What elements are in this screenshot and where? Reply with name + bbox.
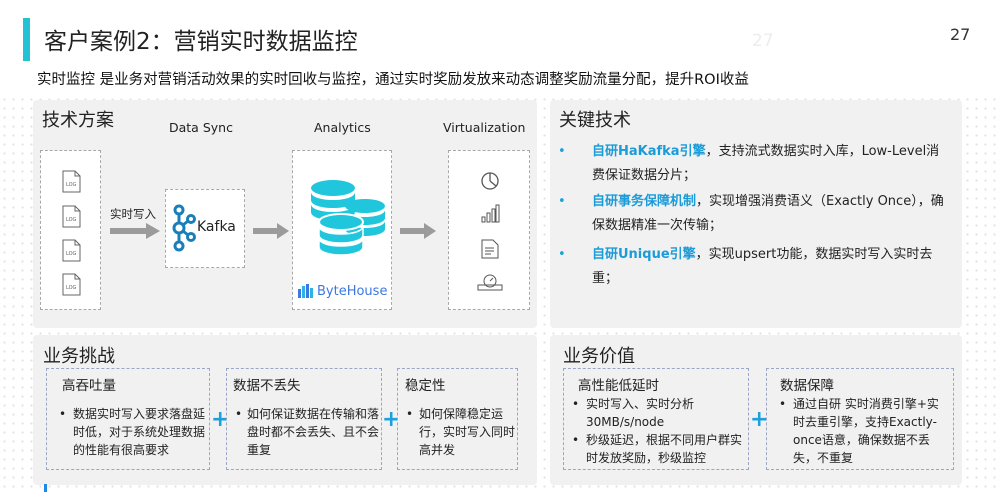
value-card-text: 通过自研 实时消费引擎+实时去重引擎，支持Exactly-once语意，确保数据… — [793, 397, 939, 465]
challenge-card: 稳定性 • 如何保障稳定运行，实时写入同时高并发 — [397, 368, 518, 470]
database-cluster-icon — [311, 180, 385, 256]
business-value-title: 业务价值 — [563, 346, 635, 367]
bullet-dot: • — [779, 397, 787, 411]
log-text: LOG — [66, 285, 77, 291]
log-file-icon: LOG — [62, 205, 81, 228]
bullet-dot: • — [59, 407, 67, 421]
bytehouse-label: ByteHouse — [317, 284, 388, 299]
challenge-card: 高吞吐量 • 数据实时写入要求落盘延时低，对于系统处理数据的性能有很高要求 — [46, 368, 210, 470]
page-number-watermark: 27 — [752, 31, 774, 51]
challenge-card-title: 数据不丢失 — [233, 378, 301, 394]
challenge-card-text: 如何保障稳定运行，实时写入同时高并发 — [419, 407, 516, 457]
value-card-title: 高性能低延时 — [578, 378, 659, 394]
key-tech-highlight: 自研Unique引擎 — [592, 247, 696, 262]
dashboard-icon — [477, 274, 503, 291]
report-icon — [481, 239, 499, 259]
value-card-text: 秒级延迟，根据不同用户群实时发放奖励，秒级监控 — [586, 433, 743, 465]
tech-solution-panel: 技术方案 Data Sync Analytics Virtualization … — [33, 100, 537, 328]
challenge-card-text: 数据实时写入要求落盘延时低，对于系统处理数据的性能有很高要求 — [73, 407, 206, 457]
kafka-label: Kafka — [197, 219, 236, 235]
pie-chart-icon — [481, 172, 499, 190]
stage-label-analytics: Analytics — [314, 120, 371, 135]
key-tech-item: • 自研Unique引擎，实现upsert功能，数据实时写入实时去重； — [558, 243, 950, 291]
key-tech-highlight: 自研事务保障机制 — [592, 194, 697, 209]
key-tech-highlight: 自研HaKafka引擎 — [592, 144, 706, 159]
business-challenge-title: 业务挑战 — [43, 346, 115, 367]
log-text: LOG — [66, 182, 77, 188]
realtime-write-label: 实时写入 — [110, 207, 156, 221]
bullet-dot: • — [572, 433, 580, 447]
arrow-right-icon — [400, 223, 436, 239]
bullet-dot: • — [558, 194, 566, 209]
log-text: LOG — [66, 217, 77, 223]
bytehouse-logo-icon — [298, 284, 313, 298]
key-tech-item: • 自研事务保障机制，实现增强消费语义（Exactly Once），确保数据精准… — [558, 190, 950, 238]
arrow-right-icon — [253, 223, 289, 239]
bullet-dot: • — [235, 407, 243, 421]
bullet-dot: • — [406, 407, 414, 421]
virtualization-box — [448, 150, 530, 310]
page-number: 27 — [950, 25, 971, 44]
kafka-logo-icon — [172, 204, 196, 252]
tech-solution-title: 技术方案 — [42, 110, 114, 131]
value-card: 数据保障 • 通过自研 实时消费引擎+实时去重引擎，支持Exactly-once… — [766, 368, 954, 470]
key-tech-title: 关键技术 — [559, 110, 631, 131]
challenge-card-title: 高吞吐量 — [62, 378, 116, 394]
kafka-box: Kafka — [165, 189, 245, 268]
bar-chart-icon — [481, 204, 500, 223]
log-text: LOG — [66, 251, 77, 257]
log-file-icon: LOG — [62, 170, 81, 193]
log-file-icon: LOG — [62, 273, 81, 296]
bottom-accent-mark — [44, 484, 47, 492]
key-tech-item: • 自研HaKafka引擎，支持流式数据实时入库，Low-Level消费保证数据… — [558, 140, 950, 188]
bytehouse-box: ByteHouse — [292, 150, 392, 310]
page-subtitle: 实时监控 是业务对营销活动效果的实时回收与监控，通过实时奖励发放来动态调整奖励流… — [37, 72, 749, 88]
log-source-box: LOG LOG LOG LOG — [40, 150, 101, 310]
value-card-title: 数据保障 — [780, 378, 834, 394]
stage-label-virtualization: Virtualization — [443, 120, 526, 135]
bullet-dot: • — [558, 247, 566, 262]
bullet-dot: • — [572, 397, 580, 411]
challenge-card-text: 如何保证数据在传输和落盘时都不会丢失、且不会重复 — [247, 407, 380, 457]
value-card: 高性能低延时 • 实时写入、实时分析30MB/s/node • 秒级延迟，根据不… — [563, 368, 749, 470]
challenge-card: 数据不丢失 • 如何保证数据在传输和落盘时都不会丢失、且不会重复 — [226, 368, 382, 470]
arrow-right-icon — [110, 223, 160, 239]
stage-label-data-sync: Data Sync — [169, 120, 233, 135]
bullet-dot: • — [558, 144, 566, 159]
title-accent-bar — [23, 18, 30, 61]
value-card-text: 实时写入、实时分析30MB/s/node — [586, 397, 695, 429]
challenge-card-title: 稳定性 — [405, 378, 446, 394]
log-file-icon: LOG — [62, 239, 81, 262]
page-title: 客户案例2：营销实时数据监控 — [44, 29, 358, 55]
